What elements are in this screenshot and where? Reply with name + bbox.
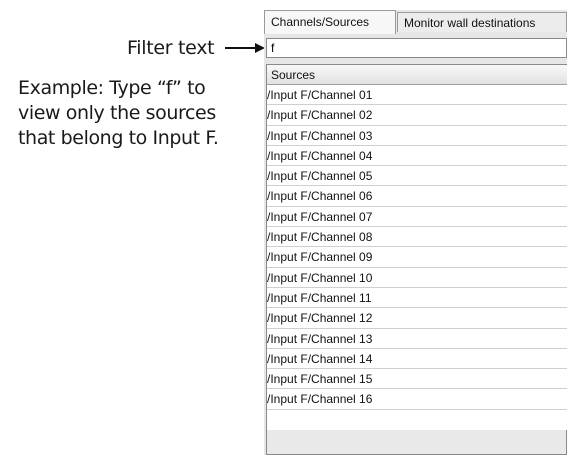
filter-text-label: Filter text — [127, 37, 215, 59]
filter-input[interactable] — [266, 38, 567, 58]
list-item[interactable]: /Input F/Channel 07 — [267, 207, 567, 228]
tab-bar: Channels/Sources Monitor wall destinatio… — [264, 10, 567, 34]
list-item[interactable]: /Input F/Channel 08 — [267, 227, 567, 248]
list-item[interactable]: /Input F/Channel 11 — [267, 288, 567, 309]
list-item[interactable]: /Input F/Channel 15 — [267, 369, 567, 390]
list-item[interactable]: /Input F/Channel 13 — [267, 329, 567, 349]
tab-channels-sources[interactable]: Channels/Sources — [264, 10, 396, 34]
sources-list-body: Sources /Input F/Channel 01/Input F/Chan… — [267, 65, 567, 430]
list-item[interactable]: /Input F/Channel 02 — [267, 105, 567, 126]
list-item[interactable]: /Input F/Channel 05 — [267, 166, 567, 187]
arrow-right-icon — [225, 43, 265, 53]
example-note-line: that belong to Input F. — [18, 127, 219, 149]
list-item[interactable]: /Input F/Channel 14 — [267, 349, 567, 370]
sources-list[interactable]: Sources /Input F/Channel 01/Input F/Chan… — [266, 64, 567, 455]
sources-panel: Channels/Sources Monitor wall destinatio… — [264, 10, 567, 455]
list-item[interactable]: /Input F/Channel 01 — [267, 85, 567, 106]
tab-monitor-wall-destinations[interactable]: Monitor wall destinations — [397, 12, 567, 32]
list-item[interactable]: /Input F/Channel 06 — [267, 186, 567, 207]
list-item[interactable]: /Input F/Channel 12 — [267, 308, 567, 329]
list-item[interactable]: /Input F/Channel 10 — [267, 268, 567, 288]
list-item[interactable]: /Input F/Channel 16 — [267, 389, 567, 410]
example-note-line: view only the sources — [18, 102, 216, 124]
sources-column-header[interactable]: Sources — [267, 65, 567, 85]
example-note: Example: Type “f” to view only the sourc… — [18, 76, 243, 151]
list-item[interactable]: /Input F/Channel 03 — [267, 126, 567, 146]
list-item[interactable]: /Input F/Channel 04 — [267, 146, 567, 167]
example-note-line: Example: Type “f” to — [18, 77, 206, 99]
sources-rows: /Input F/Channel 01/Input F/Channel 02/I… — [267, 85, 567, 410]
list-item[interactable]: /Input F/Channel 09 — [267, 247, 567, 268]
